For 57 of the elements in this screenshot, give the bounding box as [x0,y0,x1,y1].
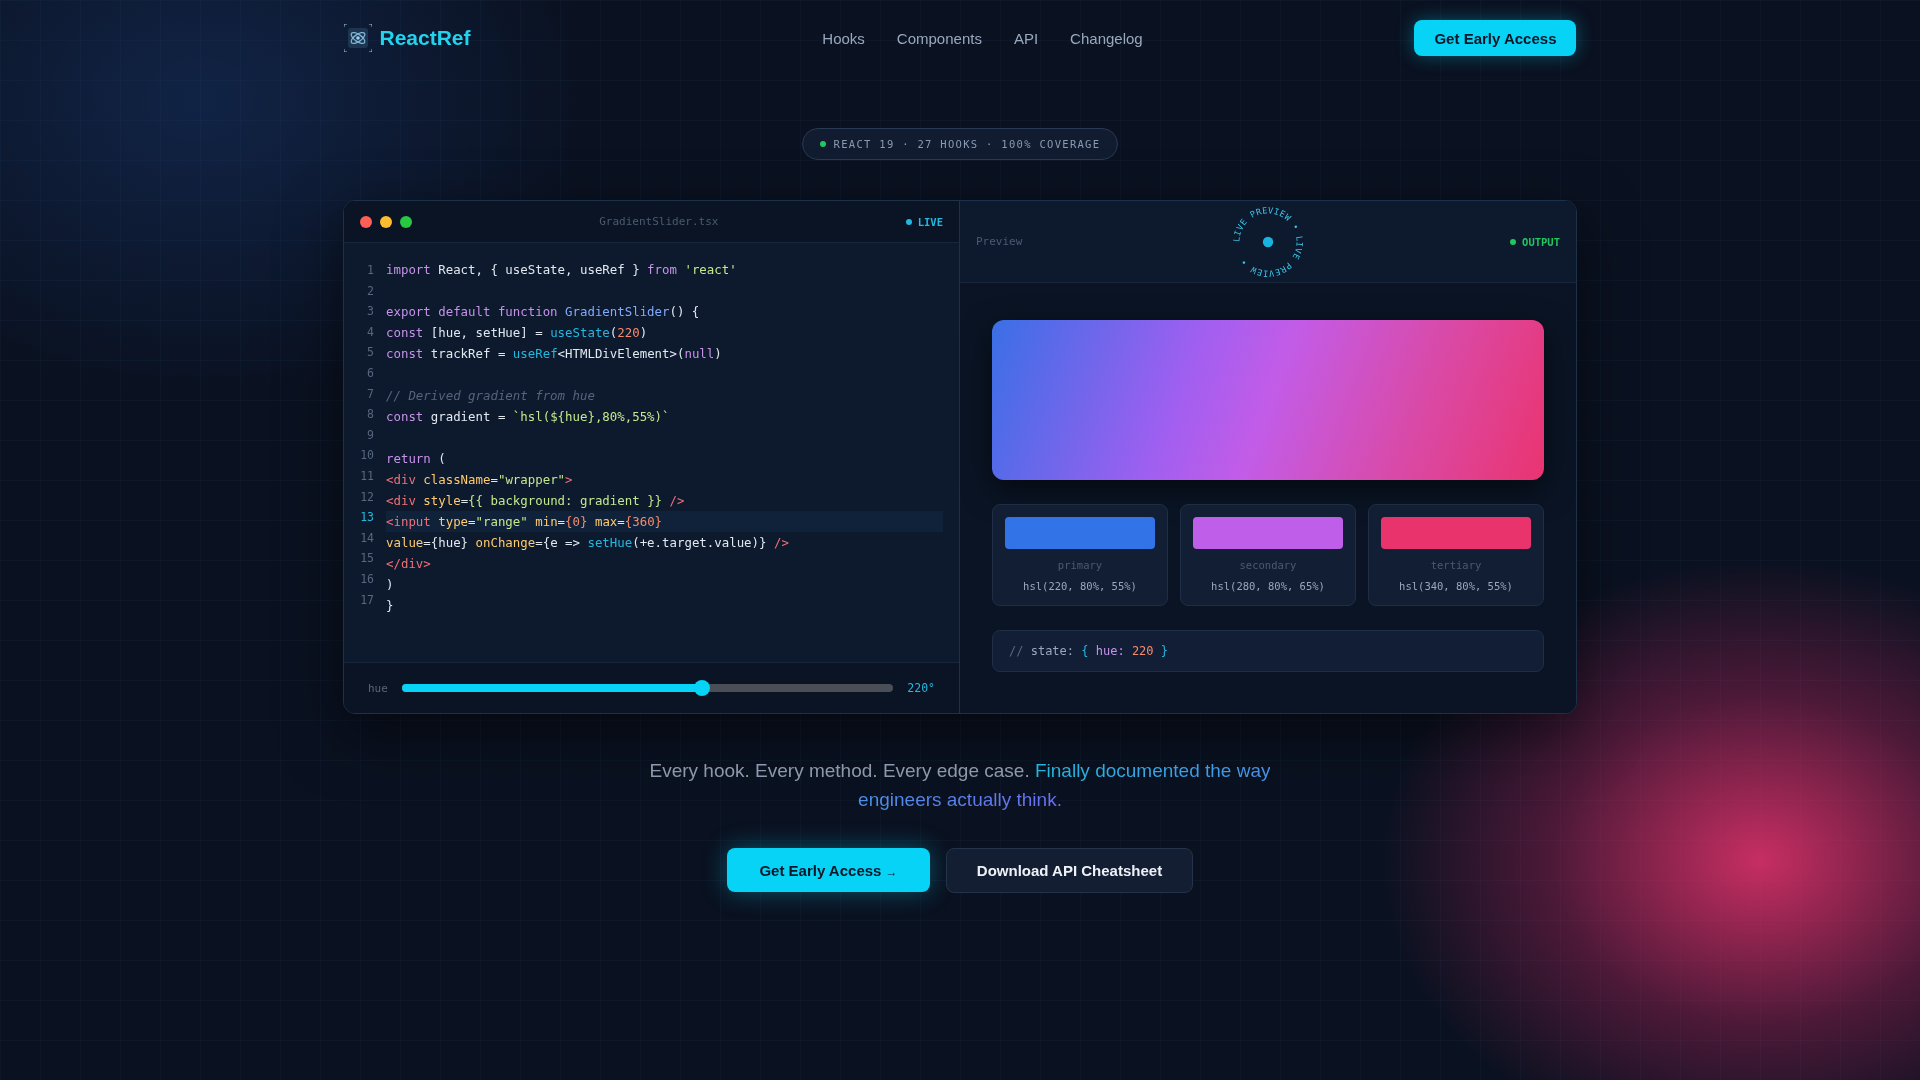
slider-thumb[interactable] [693,680,710,696]
maximize-dot-icon[interactable] [400,215,412,228]
code-line: import React, { useState, useRef } from 'react' [386,261,738,279]
code-line: <div className="wrapper"> [386,471,574,489]
line-number: 14 [359,529,374,547]
state-readout: // state: { hue: 220 } [992,630,1544,672]
preview-label: Preview [976,235,1024,248]
code-line: } [386,597,395,615]
code-line: const trackRef = useRef<HTMLDivElement>(null) [386,345,723,363]
line-number: 10 [359,447,374,465]
nav-link[interactable]: Components [896,29,982,47]
code-line: ) [386,576,395,594]
line-number: 15 [359,550,374,568]
swatch-name: tertiary [1430,559,1482,571]
line-number: 13 [359,509,374,527]
early-access-button[interactable]: Get Early Access [1414,20,1577,56]
line-number: 8 [366,406,374,424]
line-number: 4 [366,323,374,341]
nav-link[interactable]: Hooks [822,29,865,47]
nav-link[interactable]: Changelog [1070,29,1143,47]
logo-icon [343,24,372,52]
code-line: const gradient = `hsl(${hue},80%,55%)` [386,408,671,426]
swatch-value: hsl(340, 80%, 55%) [1399,580,1513,592]
slider-label: hue [368,681,388,695]
line-number: 1 [366,262,374,279]
swatch-name: primary [1057,559,1103,571]
line-number: 3 [366,303,374,321]
line-number: 12 [359,488,374,506]
output-status: OUTPUT [1440,235,1560,248]
live-status: LIVE [905,215,943,228]
slider-value: 220° [907,681,935,695]
code-line: // Derived gradient from hue [386,387,596,405]
line-number: 17 [359,591,374,609]
code-line: <div style={{ background: gradient }} /> [386,492,686,510]
line-number: 5 [366,344,374,362]
swatch-value: hsl(280, 80%, 65%) [1211,580,1325,592]
nav-link[interactable]: API [1013,29,1039,47]
brand-name[interactable]: ReactRef [379,26,471,50]
code-line: const [hue, setHue] = useState(220) [386,324,649,342]
swatch-name: secondary [1239,559,1297,571]
file-name: GradientSlider.tsx [598,215,720,228]
code-line: </div> [386,555,432,573]
line-number: 6 [366,364,374,382]
version-badge: REACT 19 · 27 HOOKS · 100% COVERAGE [801,128,1119,160]
download-cheatsheet-button[interactable]: Download API Cheatsheet [946,848,1193,893]
early-access-button[interactable]: Get Early Access → [727,848,930,892]
line-number: 16 [359,570,374,588]
code-line: value={hue} onChange={e => setHue(+e.target.value)} /> [386,534,790,552]
line-number: 11 [359,467,374,485]
swatch-value: hsl(220, 80%, 55%) [1023,580,1137,592]
minimize-dot-icon[interactable] [380,215,392,228]
line-number: 2 [366,282,374,300]
close-dot-icon[interactable] [360,215,372,228]
code-line: export default function GradientSlider() { [386,303,701,321]
code-line: return ( [386,450,447,468]
line-number: 9 [366,426,374,444]
line-number: 7 [366,385,374,403]
